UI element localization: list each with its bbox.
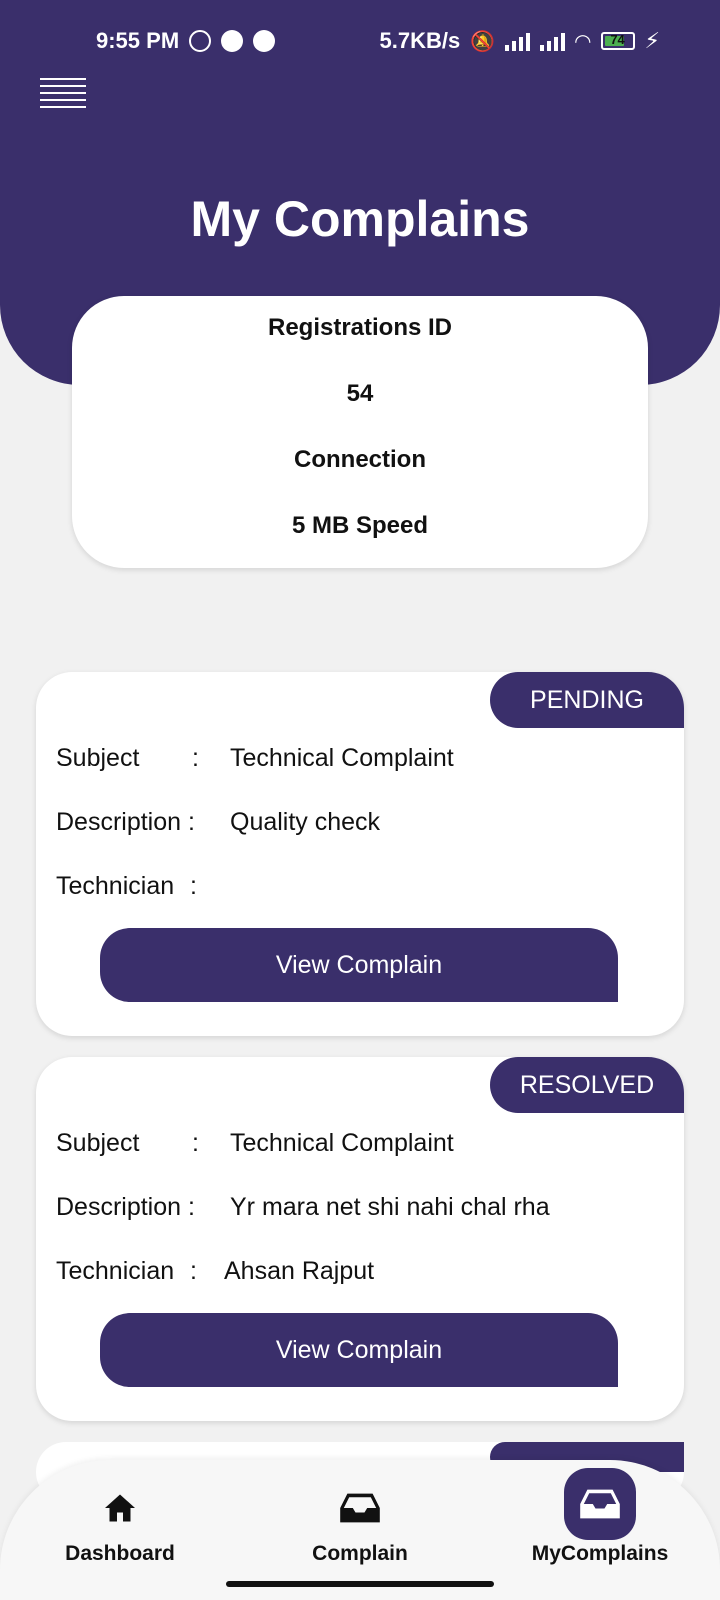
status-bar: 9:55 PM 5.7KB/s 🔕 ◠ 74 ⚡: [0, 18, 720, 62]
battery-icon: 74: [600, 32, 635, 50]
status-time: 9:55 PM: [96, 28, 180, 53]
nav-label: Complain: [312, 1542, 408, 1565]
description-value: Quality check: [230, 808, 381, 836]
subject-value: Technical Complaint: [230, 1129, 454, 1157]
complaint-card: PENDING Subject : Technical Complaint De…: [36, 672, 684, 1036]
view-complain-button[interactable]: View Complain: [100, 1313, 618, 1387]
connection-value: 5 MB Speed: [291, 512, 429, 539]
app-notification-icon: [221, 30, 244, 52]
nav-item-complain[interactable]: Complain: [260, 1460, 460, 1600]
app-notification-icon: [253, 30, 276, 52]
home-indicator[interactable]: [226, 1581, 494, 1587]
subject-row: Subject : Technical Complaint: [56, 744, 454, 772]
view-complain-button[interactable]: View Complain: [100, 928, 618, 1002]
technician-row: Technician :: [56, 872, 197, 900]
home-icon: [105, 1494, 135, 1522]
inbox-icon: [580, 1489, 620, 1519]
technician-label: Technician: [56, 872, 175, 900]
subject-row: Subject : Technical Complaint: [56, 1129, 454, 1157]
wifi-icon: ◠: [575, 30, 591, 53]
registration-info-card: Registrations ID 54 Connection 5 MB Spee…: [72, 296, 648, 568]
connection-label: Connection: [294, 446, 426, 473]
subject-label: Subject: [56, 744, 140, 772]
technician-label: Technician: [56, 1257, 175, 1285]
subject-label: Subject: [56, 1129, 140, 1157]
nav-item-dashboard[interactable]: Dashboard: [20, 1460, 220, 1600]
description-row: Description : Quality check: [56, 808, 380, 837]
description-value: Yr mara net shi nahi chal rha: [230, 1193, 550, 1221]
bottom-navigation: Dashboard Complain MyComplains: [0, 1460, 720, 1600]
description-label: Description :: [56, 1193, 195, 1221]
nav-item-mycomplains[interactable]: MyComplains: [500, 1460, 700, 1600]
registration-id-value: 54: [346, 380, 374, 407]
status-badge: PENDING: [490, 672, 684, 728]
whatsapp-icon: [189, 30, 212, 52]
signal-icon: [540, 31, 566, 51]
description-row: Description : Yr mara net shi nahi chal …: [56, 1193, 550, 1222]
nav-label: MyComplains: [531, 1542, 669, 1565]
charging-icon: ⚡: [644, 28, 660, 53]
mute-icon: 🔕: [470, 30, 496, 53]
complaint-card: RESOLVED Subject : Technical Complaint D…: [36, 1057, 684, 1421]
hamburger-menu-icon[interactable]: [40, 78, 86, 110]
network-speed: 5.7KB/s: [379, 28, 461, 53]
technician-row: Technician : Ahsan Rajput: [56, 1257, 375, 1285]
signal-icon: [505, 31, 531, 51]
status-badge: RESOLVED: [490, 1057, 684, 1113]
registration-id-label: Registrations ID: [267, 314, 453, 341]
technician-value: Ahsan Rajput: [224, 1257, 375, 1285]
subject-value: Technical Complaint: [230, 744, 454, 772]
nav-label: Dashboard: [65, 1542, 175, 1565]
page-title: My Complains: [190, 191, 530, 247]
description-label: Description :: [56, 808, 195, 836]
inbox-icon: [340, 1493, 380, 1523]
